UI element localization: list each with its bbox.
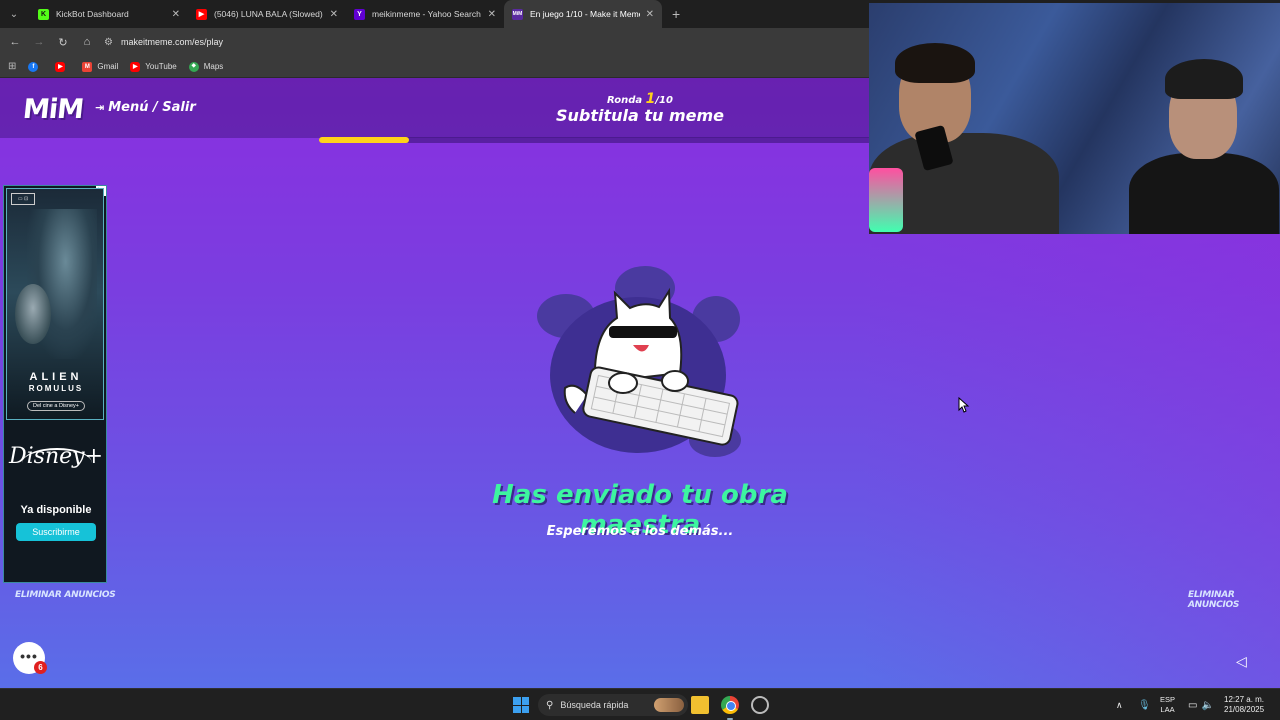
network-volume-icons[interactable]: ▭🔈	[1188, 689, 1218, 720]
ad-title-line2: ROMULUS	[28, 384, 84, 393]
maps-icon: ⬥	[188, 61, 199, 72]
cat-paw-right	[661, 370, 689, 392]
mim-favicon-icon: MiM	[512, 8, 523, 20]
lang-line1: ESP	[1160, 695, 1176, 704]
streamer-2-cap	[1165, 59, 1243, 99]
search-icon: ⚲	[546, 699, 554, 711]
round-current: 1	[645, 91, 656, 107]
menu-exit-button[interactable]: ⇥ Menú / Salir	[95, 100, 196, 115]
rating-icon: ▭ ⊡	[11, 193, 35, 205]
close-icon[interactable]: ✕	[488, 9, 496, 20]
tab-yahoo[interactable]: Y meikinmeme - Yahoo Search To ✕	[346, 0, 504, 28]
taskbar-clock[interactable]: 12:27 a. m. 21/08/2025	[1224, 689, 1264, 720]
yahoo-favicon-icon: Y	[354, 8, 365, 20]
round-total: /10	[655, 95, 673, 106]
tab-kickbot[interactable]: K KickBot Dashboard ✕	[30, 0, 188, 28]
apps-icon[interactable]: ⊞	[8, 61, 16, 72]
back-icon[interactable]: ←	[8, 35, 22, 49]
browser-tab-bar: ⌄ K KickBot Dashboard ✕ ▶ (5046) LUNA BA…	[0, 0, 870, 28]
disney-logo: Disney+	[8, 444, 103, 469]
ad-title-line1: ALIEN	[29, 371, 83, 383]
chat-bubble-icon: •••	[20, 648, 38, 664]
reload-icon[interactable]: ↻	[56, 35, 70, 49]
cat-paw-left	[608, 372, 638, 394]
search-placeholder: Búsqueda rápida	[560, 700, 629, 710]
file-explorer-icon[interactable]	[691, 696, 709, 714]
mouse-cursor-icon	[958, 397, 970, 413]
streamer-1-hair	[895, 43, 975, 83]
ad-poster-image[interactable]: ▭ ⊡ ALIEN ROMULUS Del cine a Disney+	[6, 188, 104, 420]
face-illustration	[15, 284, 51, 344]
mim-logo[interactable]: MiM	[21, 94, 84, 125]
youtube-favicon-icon: ▶	[196, 8, 207, 20]
youtube-icon: ▶	[55, 61, 66, 72]
close-icon[interactable]: ✕	[330, 9, 338, 20]
taskbar-search[interactable]: ⚲ Búsqueda rápida	[538, 694, 688, 716]
bookmark-label: Gmail	[97, 62, 119, 71]
chat-unread-badge: 6	[34, 661, 47, 674]
url-text: makeitmeme.com/es/play	[120, 37, 224, 47]
tab-make-it-meme[interactable]: MiM En juego 1/10 - Make it Meme ✕	[504, 0, 662, 28]
menu-exit-label: Menú / Salir	[108, 100, 196, 115]
tray-overflow-icon[interactable]: ∧	[1116, 689, 1123, 720]
bookmark-youtube-icon-only[interactable]: ▶	[55, 61, 70, 72]
tab-title: meikinmeme - Yahoo Search To	[372, 9, 482, 19]
sidebar-ad[interactable]: ▷ ▭ ⊡ ALIEN ROMULUS Del cine a Disney+ D…	[3, 185, 107, 583]
sunglasses	[609, 326, 677, 338]
ad-subscribe-button[interactable]: Suscribirme	[16, 523, 96, 541]
chrome-icon[interactable]	[721, 696, 739, 714]
remove-ads-right-link[interactable]: ELIMINAR ANUNCIOS	[1188, 590, 1280, 610]
youtube-icon: ▶	[130, 61, 141, 72]
browser-toolbar: ← → ↻ ⌂ ⚙ makeitmeme.com/es/play	[0, 28, 870, 56]
chat-button[interactable]: ••• 6	[13, 642, 47, 674]
tab-title: KickBot Dashboard	[56, 9, 129, 19]
bookmark-label: YouTube	[145, 62, 177, 71]
close-icon[interactable]: ✕	[646, 9, 654, 20]
remove-ads-left-link[interactable]: ELIMINAR ANUNCIOS	[15, 590, 116, 600]
bookmark-label: Maps	[203, 62, 224, 71]
mute-speaker-icon[interactable]: ◁	[1236, 653, 1254, 671]
forward-icon[interactable]: →	[32, 35, 46, 49]
bookmark-maps[interactable]: ⬥ Maps	[188, 61, 224, 72]
site-info-icon[interactable]: ⚙	[104, 37, 113, 48]
timer-progress-fill	[319, 137, 409, 143]
clock-date: 21/08/2025	[1224, 705, 1265, 714]
exit-icon: ⇥	[95, 101, 105, 114]
windows-taskbar: ⚲ Búsqueda rápida ∧ 🎙 ESP LAA ▭🔈 12:27 a…	[0, 688, 1280, 720]
facebook-icon: f	[28, 61, 39, 72]
round-indicator: Ronda 1/10	[540, 91, 740, 107]
rgb-lamp	[869, 168, 903, 232]
home-icon[interactable]: ⌂	[80, 35, 94, 49]
streamer-2-body	[1129, 153, 1279, 234]
tab-search-icon[interactable]: ⌄	[6, 6, 22, 22]
language-indicator[interactable]: ESP LAA	[1160, 689, 1175, 720]
bookmark-youtube[interactable]: ▶ YouTube	[130, 61, 177, 72]
bookmark-facebook[interactable]: f	[28, 61, 43, 72]
windows-start-icon[interactable]	[513, 697, 529, 713]
gmail-icon: M	[82, 61, 93, 72]
tab-youtube[interactable]: ▶ (5046) LUNA BALA (Slowed) - Y ✕	[188, 0, 346, 28]
address-bar[interactable]: ⚙ makeitmeme.com/es/play	[104, 31, 866, 53]
tab-title: En juego 1/10 - Make it Meme	[530, 9, 640, 19]
clock-time: 12:27 a. m.	[1224, 695, 1265, 704]
bookmarks-bar: ⊞ f ▶ M Gmail ▶ YouTube ⬥ Maps	[0, 56, 870, 78]
close-icon[interactable]: ✕	[172, 9, 180, 20]
webcam-overlay	[869, 3, 1280, 234]
search-highlight-icon	[654, 698, 684, 712]
tab-title: (5046) LUNA BALA (Slowed) - Y	[214, 9, 324, 19]
bookmark-gmail[interactable]: M Gmail	[82, 61, 119, 72]
lang-line2: LAA	[1160, 705, 1175, 714]
app-icon[interactable]	[751, 696, 769, 714]
microphone-icon[interactable]: 🎙	[1138, 689, 1151, 720]
kick-favicon-icon: K	[38, 8, 49, 20]
waiting-subtitle: Esperemos a los demás...	[546, 524, 734, 539]
ad-pill: Del cine a Disney+	[27, 401, 85, 411]
round-label: Ronda	[607, 95, 643, 106]
ad-available-text: Ya disponible	[20, 504, 92, 516]
new-tab-icon[interactable]: +	[672, 6, 680, 22]
cat-keyboard-mascot	[537, 266, 741, 457]
phase-title: Subtitula tu meme	[555, 106, 725, 125]
timer-progress-bar	[319, 137, 879, 143]
